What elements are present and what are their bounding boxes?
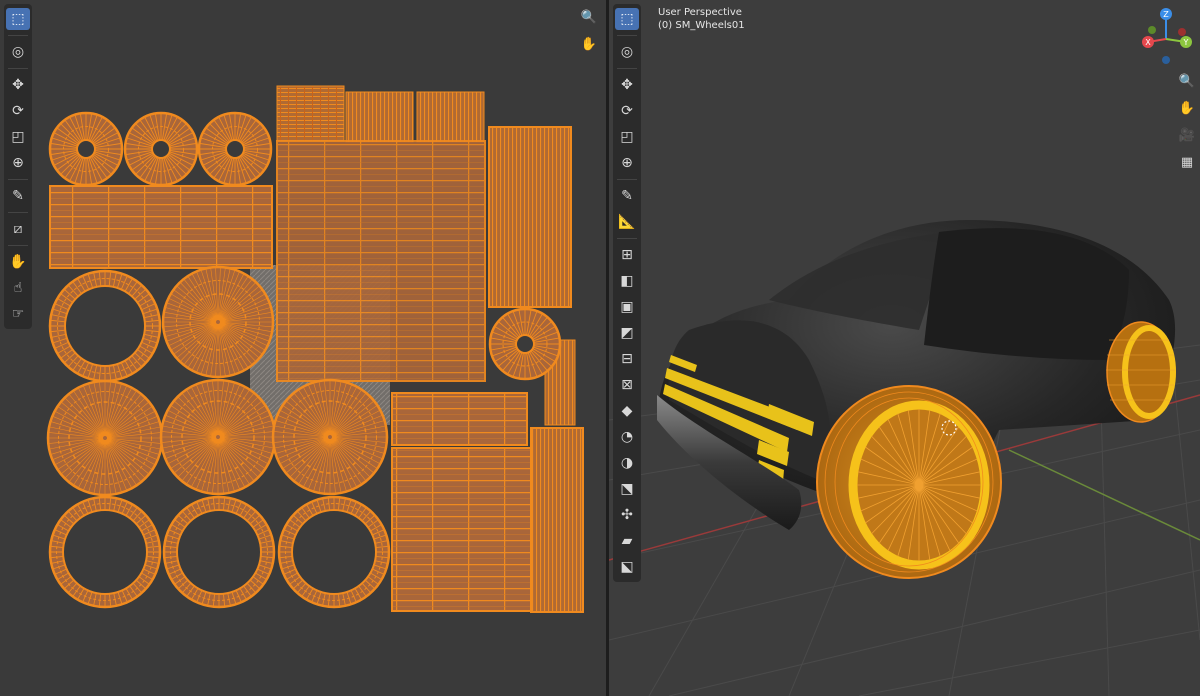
uv-canvas[interactable] — [0, 0, 606, 696]
spin-icon[interactable]: ◔ — [615, 426, 639, 448]
uv-island-hole[interactable] — [62, 509, 148, 595]
uv-island-strip[interactable] — [488, 126, 572, 308]
shear-icon[interactable]: ▰ — [615, 530, 639, 552]
axis-gizmo[interactable]: Z Y X — [1136, 6, 1196, 66]
loop-cut-icon[interactable]: ⊟ — [615, 348, 639, 370]
uv-island-hole[interactable] — [151, 139, 171, 159]
viewport-navigation: 🔍 ✋ 🎥 ▦ — [1176, 70, 1198, 178]
extrude-icon[interactable]: ◧ — [615, 270, 639, 292]
rotate-icon[interactable]: ⟳ — [6, 100, 30, 122]
annotate-icon[interactable]: ✎ — [6, 185, 30, 207]
viewport-canvas[interactable] — [609, 0, 1200, 696]
select-box-icon[interactable]: ⬚ — [6, 8, 30, 30]
hand-pan-icon[interactable]: ✋ — [578, 33, 600, 55]
measure-icon[interactable]: 📐 — [615, 211, 639, 233]
uv-island-strip[interactable] — [49, 185, 273, 269]
uv-island-strip[interactable] — [391, 392, 528, 446]
uv-island-hole[interactable] — [225, 139, 245, 159]
poly-build-icon[interactable]: ◆ — [615, 400, 639, 422]
gizmo-neg-y[interactable] — [1148, 26, 1156, 34]
transform-icon[interactable]: ⊕ — [615, 152, 639, 174]
rotate-icon[interactable]: ⟳ — [615, 100, 639, 122]
scale-icon[interactable]: ◰ — [6, 126, 30, 148]
inset-icon[interactable]: ▣ — [615, 296, 639, 318]
scale-icon[interactable]: ◰ — [615, 126, 639, 148]
uv-toolbar: ⬚ ◎ ✥ ⟳ ◰ ⊕ ✎ ⧄ ✋ ☝ ☞ — [4, 4, 32, 329]
gizmo-neg-x[interactable] — [1178, 28, 1186, 36]
move-icon[interactable]: ✥ — [615, 74, 639, 96]
uv-editor-pane[interactable]: ⬚ ◎ ✥ ⟳ ◰ ⊕ ✎ ⧄ ✋ ☝ ☞ 🔍 ✋ — [0, 0, 606, 696]
gizmo-x-label: X — [1145, 38, 1151, 47]
transform-icon[interactable]: ⊕ — [6, 152, 30, 174]
uv-island-strip[interactable] — [530, 427, 584, 613]
toolbar-separator — [8, 245, 28, 246]
toolbar-separator — [617, 179, 637, 180]
toolbar-separator — [8, 212, 28, 213]
add-cube-icon[interactable]: ⊞ — [615, 244, 639, 266]
rip-region-icon[interactable]: ⧄ — [6, 218, 30, 240]
gizmo-z-label: Z — [1163, 10, 1169, 19]
zoom-icon[interactable]: 🔍 — [578, 6, 600, 28]
viewport-pane[interactable]: User Perspective (0) SM_Wheels01 Z Y X ⬚… — [609, 0, 1200, 696]
cursor-icon[interactable]: ◎ — [6, 41, 30, 63]
toolbar-separator — [8, 68, 28, 69]
uv-island-strip[interactable] — [276, 85, 345, 142]
zoom-icon[interactable]: 🔍 — [1176, 70, 1198, 92]
edge-slide-icon[interactable]: ⬔ — [615, 478, 639, 500]
smooth-icon[interactable]: ◑ — [615, 452, 639, 474]
uv-island-hole[interactable] — [76, 139, 96, 159]
grid-view-icon[interactable]: ▦ — [1176, 151, 1198, 173]
front-wheel-selected[interactable] — [816, 385, 1002, 579]
toolbar-separator — [617, 238, 637, 239]
uv-island-strip[interactable] — [391, 447, 533, 612]
select-box-icon[interactable]: ⬚ — [615, 8, 639, 30]
viewport-info: User Perspective (0) SM_Wheels01 — [658, 6, 745, 32]
knife-icon[interactable]: ⊠ — [615, 374, 639, 396]
shrink-fatten-icon[interactable]: ✣ — [615, 504, 639, 526]
uv-island-hole[interactable] — [291, 509, 377, 595]
cursor-icon[interactable]: ◎ — [615, 41, 639, 63]
hand-pan-icon[interactable]: ✋ — [1176, 97, 1198, 119]
rip-icon[interactable]: ⬕ — [615, 556, 639, 578]
toolbar-separator — [617, 35, 637, 36]
uv-island-strip[interactable] — [276, 140, 486, 382]
toolbar-separator — [8, 179, 28, 180]
uv-island-strip[interactable] — [416, 91, 485, 143]
perspective-label: User Perspective — [658, 7, 742, 18]
annotate-icon[interactable]: ✎ — [615, 185, 639, 207]
bevel-icon[interactable]: ◩ — [615, 322, 639, 344]
relax-icon[interactable]: ☝ — [6, 277, 30, 299]
uv-navigation: 🔍 ✋ — [578, 6, 600, 60]
rear-wheel-selected[interactable] — [1106, 321, 1176, 423]
uv-island-hole[interactable] — [515, 334, 535, 354]
pinch-icon[interactable]: ☞ — [6, 303, 30, 325]
toolbar-separator — [8, 35, 28, 36]
uv-island-hole[interactable] — [176, 509, 262, 595]
active-object-label: (0) SM_Wheels01 — [658, 20, 745, 31]
move-icon[interactable]: ✥ — [6, 74, 30, 96]
uv-island-hole[interactable] — [64, 285, 146, 367]
uv-island-strip[interactable] — [345, 91, 414, 143]
toolbar-separator — [617, 68, 637, 69]
camera-icon[interactable]: 🎥 — [1176, 124, 1198, 146]
gizmo-y-label: Y — [1183, 38, 1189, 47]
gizmo-neg-z[interactable] — [1162, 56, 1170, 64]
viewport-toolbar: ⬚ ◎ ✥ ⟳ ◰ ⊕ ✎ 📐 ⊞ ◧ ▣ ◩ ⊟ ⊠ ◆ ◔ ◑ ⬔ ✣ ▰ ⬕ — [613, 4, 641, 582]
grab-icon[interactable]: ✋ — [6, 251, 30, 273]
